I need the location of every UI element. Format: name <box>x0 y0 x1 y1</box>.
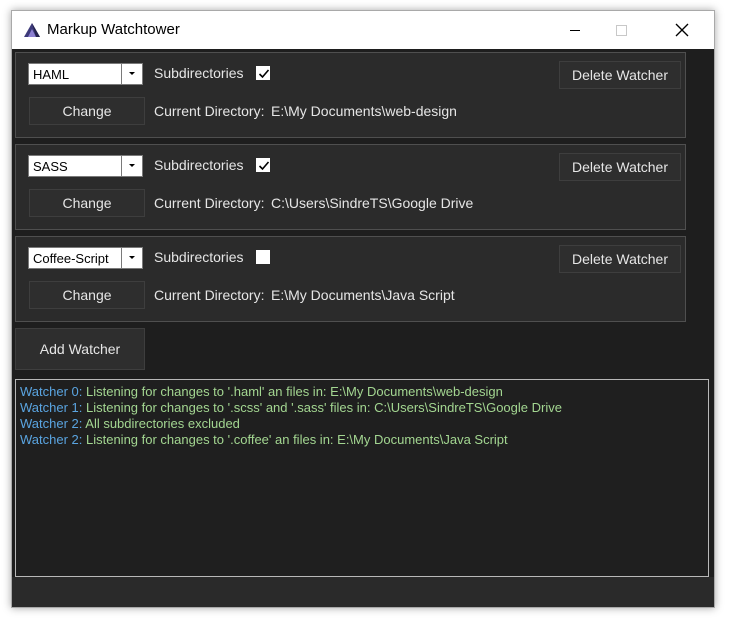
chevron-down-icon[interactable] <box>121 64 142 84</box>
add-watcher-button[interactable]: Add Watcher <box>15 328 145 370</box>
chevron-down-icon[interactable] <box>121 248 142 268</box>
language-select[interactable]: HAML <box>28 63 143 85</box>
current-directory-value: E:\My Documents\Java Script <box>271 287 455 303</box>
main-content: HAML Subdirectories Delete Watcher Chang… <box>12 49 714 607</box>
checkmark-icon <box>258 161 270 171</box>
delete-watcher-button[interactable]: Delete Watcher <box>559 153 681 181</box>
subdirectories-label: Subdirectories <box>154 249 244 265</box>
language-select[interactable]: Coffee-Script <box>28 247 143 269</box>
delete-watcher-button[interactable]: Delete Watcher <box>559 245 681 273</box>
log-line-message: Listening for changes to '.coffee' an fi… <box>82 432 508 447</box>
watcher-panel: SASS Subdirectories Delete Watcher Chang… <box>15 144 686 230</box>
subdirectories-checkbox[interactable] <box>256 250 270 264</box>
log-line-prefix: Watcher 0: <box>20 384 83 399</box>
minimize-icon <box>570 30 580 31</box>
current-directory-label: Current Directory: <box>154 287 265 303</box>
delete-watcher-button[interactable]: Delete Watcher <box>559 61 681 89</box>
log-line-prefix: Watcher 2: <box>20 432 83 447</box>
log-line-message: Listening for changes to '.scss' and '.s… <box>82 400 562 415</box>
app-window: Markup Watchtower HAML Subdirectories De… <box>11 10 715 608</box>
subdirectories-label: Subdirectories <box>154 65 244 81</box>
minimize-button[interactable] <box>552 11 598 49</box>
log-line-prefix: Watcher 1: <box>20 400 83 415</box>
watcher-panel: Coffee-Script Subdirectories Delete Watc… <box>15 236 686 322</box>
log-output[interactable]: Watcher 0: Listening for changes to '.ha… <box>15 379 709 577</box>
title-bar[interactable]: Markup Watchtower <box>12 11 714 49</box>
language-select-value: HAML <box>33 67 70 82</box>
log-line-message: All subdirectories excluded <box>82 416 240 431</box>
close-icon <box>675 23 689 37</box>
log-line: Watcher 0: Listening for changes to '.ha… <box>20 384 708 400</box>
window-title: Markup Watchtower <box>47 21 180 38</box>
change-directory-button[interactable]: Change <box>29 189 145 217</box>
change-directory-button[interactable]: Change <box>29 281 145 309</box>
close-button[interactable] <box>659 11 705 49</box>
subdirectories-checkbox[interactable] <box>256 158 270 172</box>
chevron-down-icon[interactable] <box>121 156 142 176</box>
maximize-button[interactable] <box>598 11 644 49</box>
maximize-icon <box>616 25 627 36</box>
log-line: Watcher 2: All subdirectories excluded <box>20 416 708 432</box>
log-line: Watcher 2: Listening for changes to '.co… <box>20 432 708 448</box>
log-line-prefix: Watcher 2: <box>20 416 83 431</box>
subdirectories-checkbox[interactable] <box>256 66 270 80</box>
current-directory-label: Current Directory: <box>154 103 265 119</box>
status-strip <box>12 577 714 607</box>
language-select-value: Coffee-Script <box>33 251 109 266</box>
subdirectories-label: Subdirectories <box>154 157 244 173</box>
log-line: Watcher 1: Listening for changes to '.sc… <box>20 400 708 416</box>
language-select[interactable]: SASS <box>28 155 143 177</box>
checkmark-icon <box>258 69 270 79</box>
change-directory-button[interactable]: Change <box>29 97 145 125</box>
log-line-message: Listening for changes to '.haml' an file… <box>82 384 503 399</box>
app-logo-icon <box>24 23 40 37</box>
current-directory-value: E:\My Documents\web-design <box>271 103 457 119</box>
language-select-value: SASS <box>33 159 68 174</box>
current-directory-label: Current Directory: <box>154 195 265 211</box>
watcher-panel: HAML Subdirectories Delete Watcher Chang… <box>15 52 686 138</box>
current-directory-value: C:\Users\SindreTS\Google Drive <box>271 195 474 211</box>
